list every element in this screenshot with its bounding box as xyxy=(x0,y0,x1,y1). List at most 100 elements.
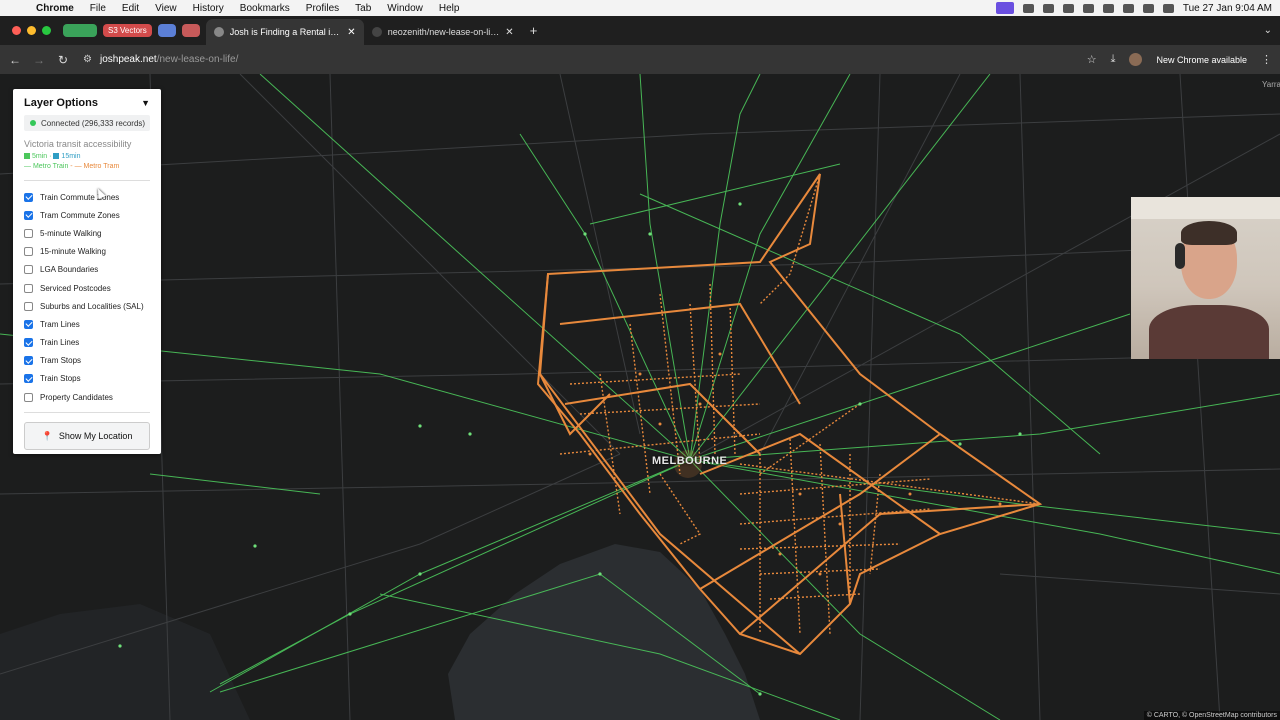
address-bar[interactable]: ⚙ joshpeak.net/new-lease-on-life/ xyxy=(83,50,1087,70)
layer-checkbox[interactable] xyxy=(24,392,33,402)
collapse-triangle-icon[interactable]: ▼ xyxy=(141,98,150,108)
download-icon[interactable]: ⤓ xyxy=(1111,53,1116,66)
github-icon xyxy=(371,27,382,37)
status-icon[interactable] xyxy=(1022,3,1034,13)
url-host: joshpeak.net xyxy=(99,54,157,65)
layer-tram-stops[interactable]: Tram Stops xyxy=(24,352,150,370)
layer-list: Train Commute Zones Tram Commute Zones 5… xyxy=(24,188,150,406)
panel-header[interactable]: Layer Options ▼ xyxy=(24,97,150,109)
presenter-shirt xyxy=(1149,305,1269,359)
status-icon[interactable] xyxy=(1102,3,1114,13)
reload-icon[interactable]: ↻ xyxy=(51,53,75,67)
layer-train-stops[interactable]: Train Stops xyxy=(24,370,150,388)
menu-kebab-icon[interactable]: ⋮ xyxy=(1261,53,1272,66)
legend-5min-swatch xyxy=(24,153,30,159)
tab-search-chevron-icon[interactable]: ⌄ xyxy=(1264,25,1280,36)
site-info-icon[interactable]: ⚙ xyxy=(83,54,92,65)
layer-serviced-postcodes[interactable]: Serviced Postcodes xyxy=(24,279,150,297)
screen-record-icon[interactable] xyxy=(995,2,1014,14)
layer-lga-boundaries[interactable]: LGA Boundaries xyxy=(24,261,150,279)
layer-checkbox[interactable] xyxy=(24,210,33,220)
menu-app-name[interactable]: Chrome xyxy=(28,3,82,14)
forward-arrow-icon[interactable]: → xyxy=(27,53,51,67)
legend-metro-train: — Metro Train xyxy=(24,163,69,170)
zoom-window-button[interactable] xyxy=(42,26,51,35)
minimize-window-button[interactable] xyxy=(27,26,36,35)
tab-close-icon[interactable]: ✕ xyxy=(347,27,355,38)
tab-title: Josh is Finding a Rental in Me xyxy=(229,27,342,37)
show-my-location-button[interactable]: 📍 Show My Location xyxy=(24,422,150,451)
layer-checkbox[interactable] xyxy=(24,356,33,366)
layer-tram-commute-zones[interactable]: Tram Commute Zones xyxy=(24,206,150,224)
menu-bookmarks[interactable]: Bookmarks xyxy=(232,3,298,14)
city-label-melbourne: MELBOURNE xyxy=(652,455,728,467)
layer-train-lines[interactable]: Train Lines xyxy=(24,334,150,352)
wifi-icon[interactable] xyxy=(1142,3,1154,13)
tab-github[interactable]: neozenith/new-lease-on-life: ✕ xyxy=(364,19,522,45)
map-label-yarra: Yarra xyxy=(1262,80,1280,89)
menu-history[interactable]: History xyxy=(185,3,232,14)
map-svg xyxy=(0,74,1280,720)
status-icon[interactable] xyxy=(1042,3,1054,13)
menu-file[interactable]: File xyxy=(82,3,114,14)
status-icons: Tue 27 Jan 9:04 AM xyxy=(995,2,1280,14)
menu-tab[interactable]: Tab xyxy=(347,3,379,14)
layer-label: Tram Lines xyxy=(40,319,80,329)
update-chrome-button[interactable]: New Chrome available xyxy=(1156,55,1247,65)
layer-label: Train Commute Zones xyxy=(40,192,120,202)
layer-checkbox[interactable] xyxy=(24,192,33,202)
layer-checkbox[interactable] xyxy=(24,319,33,329)
menu-profiles[interactable]: Profiles xyxy=(298,3,347,14)
tab-favicon-icon xyxy=(213,27,224,37)
layer-15-minute-walking[interactable]: 15-minute Walking xyxy=(24,243,150,261)
layer-checkbox[interactable] xyxy=(24,247,33,257)
search-icon[interactable] xyxy=(1162,3,1174,13)
layer-train-commute-zones[interactable]: Train Commute Zones xyxy=(24,188,150,206)
legend-metro-tram: — Metro Tram xyxy=(74,163,120,170)
menu-bar-clock[interactable]: Tue 27 Jan 9:04 AM xyxy=(1183,3,1272,14)
status-icon[interactable] xyxy=(1062,3,1074,13)
layer-label: Tram Commute Zones xyxy=(40,210,120,220)
close-window-button[interactable] xyxy=(12,26,21,35)
layer-property-candidates[interactable]: Property Candidates xyxy=(24,388,150,406)
tram-stops xyxy=(588,352,1002,576)
tab-group-pink[interactable] xyxy=(181,24,200,37)
url-path: /new-lease-on-life/ xyxy=(156,54,239,65)
menu-help[interactable]: Help xyxy=(431,3,468,14)
layer-suburbs-localities[interactable]: Suburbs and Localities (SAL) xyxy=(24,297,150,315)
layer-label: Tram Stops xyxy=(40,356,82,366)
layer-tram-lines[interactable]: Tram Lines xyxy=(24,315,150,333)
tab-close-icon[interactable]: ✕ xyxy=(505,27,513,38)
layer-checkbox[interactable] xyxy=(24,283,33,293)
tab-group-s3-vectors[interactable]: S3 Vectors xyxy=(103,24,152,37)
webcam-background-shelf xyxy=(1131,197,1280,219)
headset-icon xyxy=(1175,243,1185,269)
panel-subtitle: Victoria transit accessibility xyxy=(24,139,132,149)
status-icon[interactable] xyxy=(1082,3,1094,13)
layer-checkbox[interactable] xyxy=(24,338,33,348)
map-attribution[interactable]: © CARTO, © OpenStreetMap contributors xyxy=(1143,711,1280,720)
connection-status: Connected (296,333 records) xyxy=(24,115,150,131)
tab-group-green[interactable] xyxy=(63,24,97,37)
layer-label: Train Lines xyxy=(40,338,80,348)
macos-menu-bar: Chrome File Edit View History Bookmarks … xyxy=(0,0,1280,16)
new-tab-icon[interactable]: + xyxy=(530,23,538,38)
menu-window[interactable]: Window xyxy=(379,3,431,14)
profile-avatar[interactable] xyxy=(1129,53,1143,66)
tab-active[interactable]: Josh is Finding a Rental in Me ✕ xyxy=(205,19,364,45)
bookmark-star-icon[interactable]: ☆ xyxy=(1087,53,1097,66)
layer-5-minute-walking[interactable]: 5-minute Walking xyxy=(24,224,150,242)
layer-checkbox[interactable] xyxy=(24,265,33,275)
browser-toolbar: ← → ↻ ⚙ joshpeak.net/new-lease-on-life/ … xyxy=(0,45,1280,74)
layer-checkbox[interactable] xyxy=(24,374,33,384)
menu-view[interactable]: View xyxy=(147,3,185,14)
back-arrow-icon[interactable]: ← xyxy=(3,53,27,67)
layer-checkbox[interactable] xyxy=(24,228,33,238)
tab-group-blue[interactable] xyxy=(157,24,176,37)
map-canvas[interactable]: MELBOURNE Yarra © CARTO, © OpenStreetMap… xyxy=(0,74,1280,720)
legend-15min: 15min xyxy=(61,153,81,160)
layer-checkbox[interactable] xyxy=(24,301,33,311)
battery-icon[interactable] xyxy=(1122,3,1134,13)
menu-edit[interactable]: Edit xyxy=(114,3,147,14)
divider xyxy=(24,412,150,414)
